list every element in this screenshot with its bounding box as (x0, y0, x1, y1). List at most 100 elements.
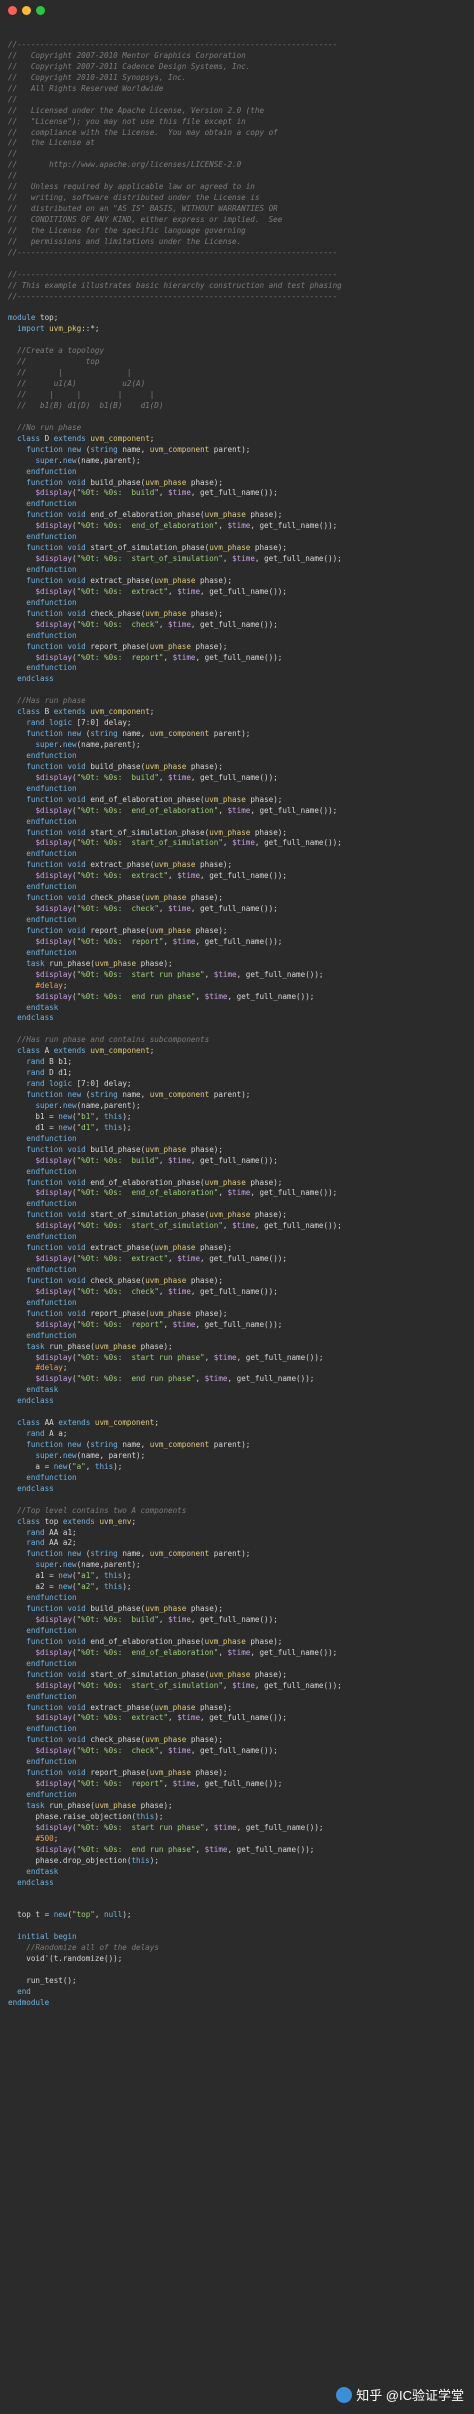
code-line: $display("%0t: %0s: build", $time, get_f… (35, 1155, 278, 1165)
code-line: // writing, software distributed under t… (8, 193, 260, 203)
code-line: // permissions and limitations under the… (8, 236, 242, 246)
code-line: // | | | | (17, 390, 155, 399)
code-line: $display("%0t: %0s: start run phase", $t… (35, 969, 324, 979)
code-line: endclass (17, 674, 54, 684)
code-line: $display("%0t: %0s: build", $time, get_f… (35, 1615, 278, 1624)
code-line: // http://www.apache.org/licenses/LICENS… (8, 160, 242, 170)
code-line: //Has run phase and contains subcomponen… (17, 1035, 210, 1045)
code-line: module top; (8, 313, 59, 323)
code-line: ​ (8, 259, 468, 270)
code-line: endfunction (26, 1757, 77, 1767)
code-line: ​ (8, 1921, 468, 1932)
code-line: function void start_of_simulation_phase(… (26, 827, 287, 837)
code-line: rand A a; (26, 1429, 68, 1439)
code-line: endclass (17, 1877, 54, 1887)
code-line: endfunction (26, 1472, 77, 1482)
code-line: endfunction (26, 1593, 77, 1603)
code-line: //Top level contains two A components (17, 1505, 187, 1515)
code-line: //Randomize all of the delays (26, 1943, 159, 1953)
code-line: function void build_phase(uvm_phase phas… (26, 761, 223, 771)
code-line: // CONDITIONS OF ANY KIND, either expres… (8, 215, 283, 224)
code-line: endfunction (26, 1265, 77, 1274)
code-line: rand AA a1; (26, 1527, 77, 1537)
code-line: // (8, 149, 18, 159)
code-line: ​ (8, 1965, 468, 1976)
code-line: function void report_phase(uvm_phase pha… (26, 1768, 228, 1778)
code-line: class top extends uvm_env; (17, 1516, 137, 1526)
code-line: // Licensed under the Apache License, Ve… (8, 105, 265, 115)
code-line: function void build_phase(uvm_phase phas… (26, 1604, 223, 1614)
code-line: phase.raise_objection(this); (8, 1811, 164, 1821)
code-line: endfunction (26, 1232, 77, 1242)
code-line: // distributed on an "AS IS" BASIS, WITH… (8, 204, 278, 214)
code-line: endfunction (26, 783, 77, 793)
code-line: endtask (26, 1866, 59, 1876)
code-line: #delay; (35, 980, 68, 990)
code-line: endfunction (26, 1199, 77, 1209)
code-line: endfunction (26, 499, 77, 509)
code-line: rand logic [7:0] delay; (26, 1079, 132, 1089)
code-line: ​ (8, 1407, 468, 1418)
code-line: $display("%0t: %0s: check", $time, get_f… (35, 1746, 278, 1756)
code-line: a1 = new("a1", this); (8, 1571, 132, 1581)
code-line: function void end_of_elaboration_phase(u… (26, 794, 283, 804)
code-editor[interactable]: //--------------------------------------… (8, 40, 468, 2009)
code-line: $display("%0t: %0s: build", $time, get_f… (35, 488, 278, 498)
code-line: ​ (8, 685, 468, 696)
code-line: endclass (17, 1396, 54, 1406)
code-line: $display("%0t: %0s: end run phase", $tim… (35, 1374, 315, 1384)
code-line: // "License"); you may not use this file… (8, 116, 246, 126)
code-line: super.new(name,parent); (35, 740, 141, 749)
code-line: endfunction (26, 630, 77, 640)
code-line: // (8, 171, 18, 181)
code-line: //--------------------------------------… (8, 40, 338, 49)
code-line: endfunction (26, 565, 77, 574)
code-line: $display("%0t: %0s: end_of_elaboration",… (35, 805, 338, 815)
code-line: endfunction (26, 663, 77, 673)
code-line: endfunction (26, 1691, 77, 1701)
close-button[interactable] (8, 6, 17, 15)
code-line: endfunction (26, 597, 77, 607)
code-line: //--------------------------------------… (8, 247, 338, 257)
code-line: $display("%0t: %0s: end_of_elaboration",… (35, 1188, 338, 1198)
code-line: function new (string name, uvm_component… (26, 444, 251, 454)
code-line: function void report_phase(uvm_phase pha… (26, 641, 228, 651)
code-line: // All Rights Reserved Worldwide (8, 83, 164, 93)
code-line: // (8, 94, 18, 104)
code-line: endfunction (26, 882, 77, 892)
watermark-text: 知乎 @IC验证学堂 (356, 2388, 464, 2403)
code-line: top t = new("top", null); (8, 1910, 132, 1920)
code-line: $display("%0t: %0s: check", $time, get_f… (35, 904, 278, 914)
code-line: $display("%0t: %0s: end_of_elaboration",… (35, 521, 338, 531)
code-line: ​ (8, 1024, 468, 1035)
code-line: // compliance with the License. You may … (8, 127, 278, 137)
code-line: super.new(name,parent); (35, 455, 141, 465)
code-line: // the License for the specific language… (8, 225, 246, 235)
code-line: function new (string name, uvm_component… (26, 1440, 251, 1449)
code-line: initial begin (17, 1932, 77, 1942)
code-line: // Copyright 2007-2010 Mentor Graphics C… (8, 50, 246, 60)
code-line: a2 = new("a2", this); (8, 1582, 132, 1592)
code-line: $display("%0t: %0s: start_of_simulation"… (35, 1221, 342, 1231)
code-line: //Create a topology (17, 346, 105, 356)
code-line: function new (string name, uvm_component… (26, 1549, 251, 1559)
code-line: super.new(name,parent); (35, 1100, 141, 1110)
code-line: $display("%0t: %0s: start_of_simulation"… (35, 1680, 342, 1690)
code-line: $display("%0t: %0s: extract", $time, get… (35, 1713, 287, 1723)
code-line: endfunction (26, 1625, 77, 1635)
code-line: // u1(A) u2(A) (17, 379, 146, 389)
code-line: // Copyright 2010-2011 Synopsys, Inc. (8, 72, 187, 82)
watermark: 知乎 @IC验证学堂 (336, 2385, 464, 2404)
code-line: // Unless required by applicable law or … (8, 182, 255, 192)
code-line: function void check_phase(uvm_phase phas… (26, 893, 223, 903)
code-line: endclass (17, 1013, 54, 1023)
minimize-button[interactable] (22, 6, 31, 15)
code-line: $display("%0t: %0s: extract", $time, get… (35, 871, 287, 881)
code-line: endfunction (26, 1166, 77, 1176)
code-line: function void start_of_simulation_phase(… (26, 1669, 287, 1679)
code-line: function void start_of_simulation_phase(… (26, 543, 287, 553)
code-line: endfunction (26, 1724, 77, 1734)
code-line: $display("%0t: %0s: end run phase", $tim… (35, 1844, 315, 1854)
code-line: //--------------------------------------… (8, 291, 338, 301)
zoom-button[interactable] (36, 6, 45, 15)
